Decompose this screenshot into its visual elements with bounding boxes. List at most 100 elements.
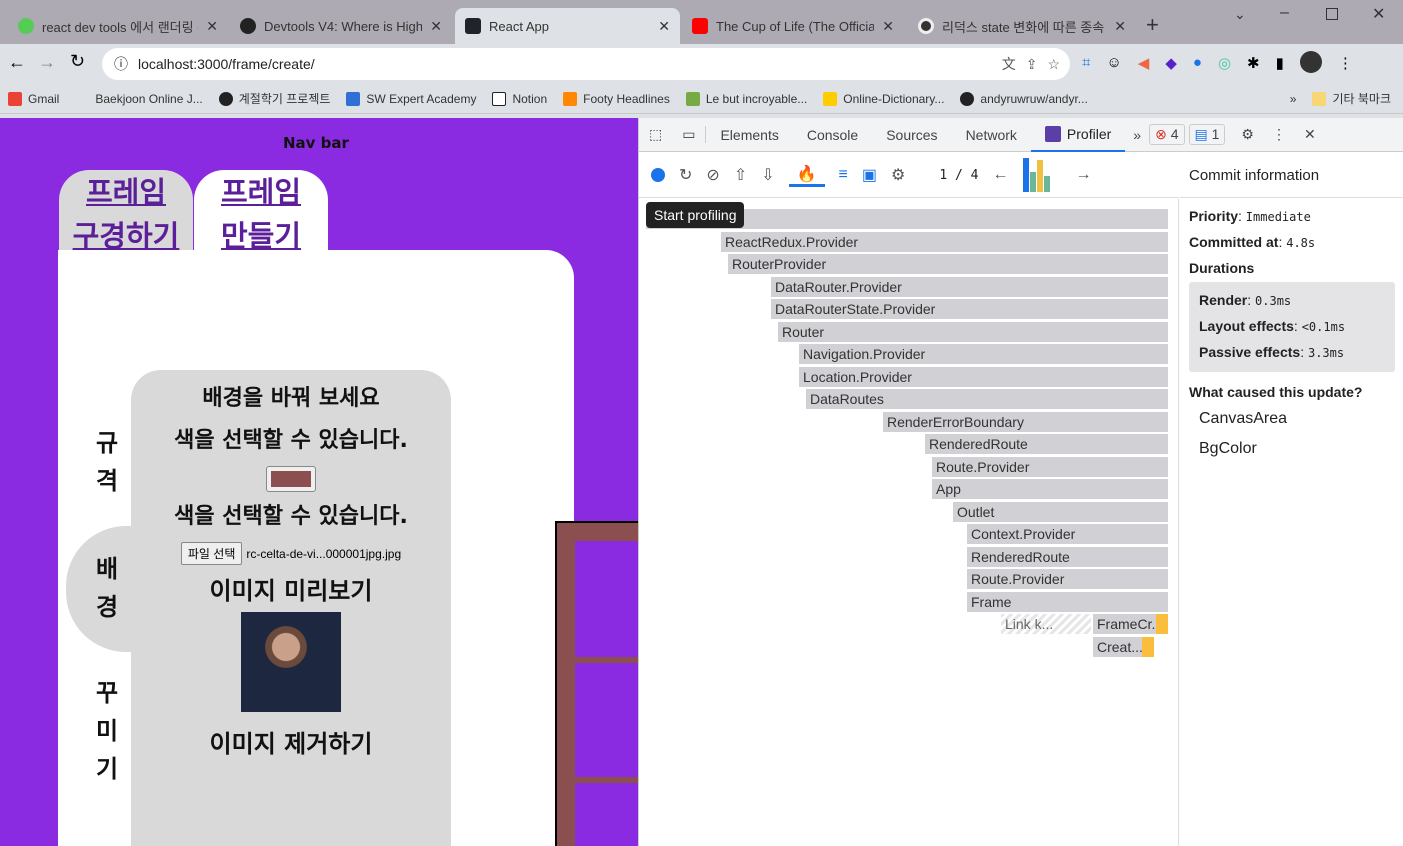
tab-search-icon[interactable]: ⌄	[1234, 6, 1246, 23]
new-tab-button[interactable]: +	[1146, 12, 1159, 38]
flame-node[interactable]: DataRouterState.Provider	[771, 299, 1168, 319]
side-tab-decorate[interactable]: 꾸미기	[96, 674, 118, 788]
tab-sources[interactable]: Sources	[872, 118, 951, 152]
close-tab-icon[interactable]: ✕	[882, 18, 894, 35]
extension-icon[interactable]: ●	[1193, 54, 1202, 73]
bookmark-swea[interactable]: SW Expert Academy	[346, 91, 476, 106]
other-bookmarks[interactable]: 기타 북마크	[1312, 90, 1391, 107]
bookmark-le-but[interactable]: Le but incroyable...	[685, 91, 807, 106]
translate-icon[interactable]: 文	[1002, 54, 1016, 74]
extension-5-icon[interactable]: ◆	[1165, 54, 1177, 73]
avatar[interactable]	[1299, 51, 1322, 73]
tab-network[interactable]: Network	[952, 118, 1031, 152]
puzzle-extensions-icon[interactable]: ✱	[1247, 54, 1260, 73]
color-picker[interactable]	[266, 466, 316, 492]
bookmark-footy[interactable]: Footy Headlines	[563, 91, 670, 106]
bookmark-gmail[interactable]: Gmail	[8, 91, 59, 106]
flame-node[interactable]: DataRoutes	[806, 389, 1168, 409]
previous-commit-icon[interactable]: ←	[993, 166, 1009, 184]
tab-elements[interactable]: Elements	[706, 118, 792, 152]
more-tabs-icon[interactable]: »	[1125, 127, 1149, 143]
forward-icon[interactable]: →	[38, 52, 56, 73]
kebab-menu-icon[interactable]: ⋮	[1272, 126, 1286, 143]
reload-icon[interactable]: ↻	[70, 51, 85, 72]
cause-item[interactable]: CanvasArea	[1199, 404, 1395, 434]
flame-node[interactable]: Navigation.Provider	[799, 344, 1168, 364]
bookmark-dictionary[interactable]: Online-Dictionary...	[823, 91, 944, 106]
flame-node[interactable]: DataRouter.Provider	[771, 276, 1168, 297]
inspect-element-icon[interactable]: ⬚	[639, 126, 672, 143]
browser-tab[interactable]: Devtools V4: Where is Highlig ✕	[230, 8, 452, 44]
url-text[interactable]: localhost:3000/frame/create/	[138, 56, 315, 72]
more-bookmarks-button[interactable]: »	[1290, 92, 1297, 106]
tab-console[interactable]: Console	[793, 118, 872, 152]
extension-icon[interactable]: ☺	[1106, 54, 1121, 73]
menu-kebab-icon[interactable]: ⋮	[1338, 54, 1353, 73]
browser-tab[interactable]: 리덕스 state 변화에 따른 종속 ✕	[908, 8, 1136, 44]
commit-bars[interactable]	[1022, 158, 1050, 192]
bookmark-star-icon[interactable]: ☆	[1047, 56, 1060, 73]
flame-node[interactable]: Route.Provider	[967, 569, 1168, 589]
download-icon[interactable]: ⇩	[761, 165, 774, 185]
clear-icon[interactable]: ⊘	[706, 165, 719, 185]
address-bar[interactable]: ⓘ localhost:3000/frame/create/ 文 ⇪ ☆	[102, 48, 1070, 80]
flame-node[interactable]: Outlet	[953, 501, 1168, 522]
commit-bar[interactable]	[1029, 172, 1036, 192]
commit-bar[interactable]	[1043, 176, 1050, 192]
settings-gear-icon[interactable]: ⚙	[1241, 126, 1254, 143]
upload-icon[interactable]: ⇧	[734, 165, 747, 185]
flame-node[interactable]	[1142, 636, 1154, 657]
cause-item[interactable]: BgColor	[1199, 434, 1395, 464]
flame-node[interactable]: App	[932, 479, 1168, 499]
side-panel-icon[interactable]: ▮	[1276, 54, 1284, 73]
flame-node[interactable]: Context.Provider	[967, 524, 1168, 544]
flame-node[interactable]: ReactRedux.Provider	[721, 231, 1168, 252]
bookmark-notion[interactable]: Notion	[492, 91, 547, 106]
tab-create-frame[interactable]: 프레임 만들기	[194, 170, 328, 253]
flame-node[interactable]: RouterProvider	[728, 254, 1168, 274]
profiler-settings-icon[interactable]: ⚙	[891, 165, 905, 185]
record-button[interactable]	[651, 168, 665, 182]
file-choose-button[interactable]: 파일 선택	[180, 542, 243, 565]
frame-canvas[interactable]	[555, 521, 638, 846]
side-tab-size[interactable]: 규격	[96, 424, 118, 500]
close-tab-icon[interactable]: ✕	[1114, 18, 1126, 35]
close-window-button[interactable]: ✕	[1372, 4, 1385, 24]
tab-browse-frames[interactable]: 프레임 구경하기	[59, 170, 193, 253]
close-tab-icon[interactable]: ✕	[206, 18, 218, 35]
flame-node[interactable]: RenderedRoute	[967, 546, 1168, 567]
browser-tab[interactable]: react dev tools 에서 랜더링 부 ✕	[8, 8, 228, 44]
flamegraph-icon[interactable]: 🔥	[788, 164, 825, 187]
side-tab-background[interactable]: 배경	[96, 550, 118, 626]
reload-profile-icon[interactable]: ↻	[679, 165, 692, 185]
browser-tab-active[interactable]: React App ✕	[455, 8, 680, 44]
bookmark-project[interactable]: 계절학기 프로젝트	[218, 90, 330, 107]
ranked-chart-icon[interactable]: ≡	[839, 166, 848, 184]
close-devtools-icon[interactable]: ✕	[1304, 126, 1316, 143]
device-toolbar-icon[interactable]: ▭	[672, 126, 707, 143]
bookmark-baekjoon[interactable]: Baekjoon Online J...	[75, 92, 202, 106]
bookmark-github[interactable]: andyruwruw/andyr...	[960, 91, 1088, 106]
close-tab-icon[interactable]: ✕	[430, 18, 442, 35]
back-icon[interactable]: ←	[8, 52, 26, 73]
timeline-icon[interactable]: ▣	[862, 165, 877, 185]
tab-profiler[interactable]: Profiler	[1030, 118, 1126, 152]
messages-badge[interactable]: ▤ 1	[1188, 124, 1226, 145]
flame-node[interactable]: RenderErrorBoundary	[883, 411, 1168, 432]
maximize-button[interactable]	[1326, 8, 1338, 20]
commit-bar[interactable]	[1022, 158, 1029, 192]
minimize-button[interactable]: –	[1280, 4, 1289, 22]
next-commit-icon[interactable]: →	[1076, 166, 1092, 184]
extension-icon[interactable]: ◎	[1218, 54, 1231, 73]
remove-image-button[interactable]: 이미지 제거하기	[131, 724, 451, 759]
megaphone-extension-icon[interactable]: ◀	[1138, 54, 1150, 73]
flame-node[interactable]: Link k...	[1001, 614, 1091, 634]
errors-badge[interactable]: ⊗ 4	[1149, 124, 1185, 145]
flame-node[interactable]: Frame	[967, 591, 1168, 612]
close-tab-icon[interactable]: ✕	[658, 18, 670, 35]
flame-node[interactable]: RenderedRoute	[925, 434, 1168, 454]
commit-bar[interactable]	[1036, 160, 1043, 192]
flame-node[interactable]	[1156, 614, 1168, 634]
flame-node[interactable]: Router	[778, 321, 1168, 342]
flame-node[interactable]: Location.Provider	[799, 366, 1168, 387]
